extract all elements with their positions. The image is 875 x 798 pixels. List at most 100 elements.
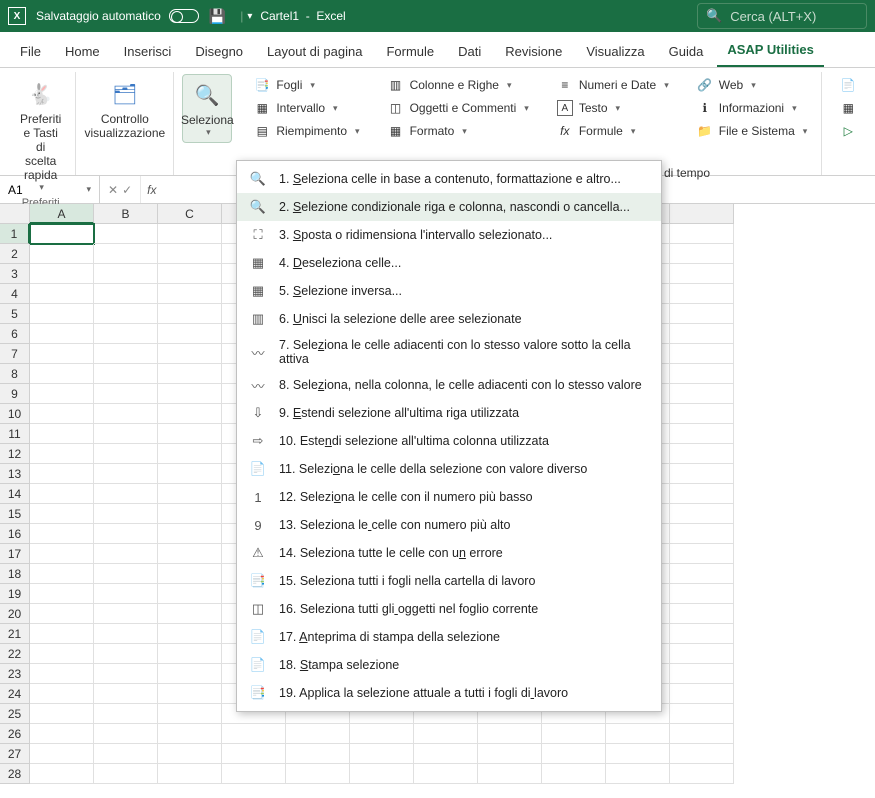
row-header[interactable]: 16 — [0, 524, 30, 544]
autosave-toggle[interactable]: Salvataggio automatico — [36, 9, 199, 23]
cell[interactable] — [158, 484, 222, 504]
cell[interactable] — [542, 764, 606, 784]
cell[interactable] — [606, 724, 670, 744]
cell[interactable] — [158, 384, 222, 404]
cell[interactable] — [94, 404, 158, 424]
search-box[interactable]: 🔍 Cerca (ALT+X) — [697, 3, 867, 29]
cell[interactable] — [158, 764, 222, 784]
cell[interactable] — [670, 324, 734, 344]
row-header[interactable]: 25 — [0, 704, 30, 724]
cell[interactable] — [670, 344, 734, 364]
cell[interactable] — [670, 384, 734, 404]
row-header[interactable]: 21 — [0, 624, 30, 644]
menu-item-9[interactable]: ⇩9. Estendi selezione all'ultima riga ut… — [237, 399, 661, 427]
cell[interactable] — [94, 264, 158, 284]
cell[interactable] — [542, 724, 606, 744]
column-header[interactable] — [670, 204, 734, 224]
menu-item-14[interactable]: ⚠14. Seleziona tutte le celle con un err… — [237, 539, 661, 567]
cell[interactable] — [94, 424, 158, 444]
column-header[interactable]: A — [30, 204, 94, 224]
cell[interactable] — [158, 524, 222, 544]
cell[interactable] — [94, 304, 158, 324]
menu-item-16[interactable]: ◫16. Seleziona tutti gli oggetti nel fog… — [237, 595, 661, 623]
row-header[interactable]: 4 — [0, 284, 30, 304]
cell[interactable] — [158, 244, 222, 264]
oggetti-commenti-button[interactable]: ◫Oggetti e Commenti▾ — [382, 97, 535, 119]
cell[interactable] — [670, 524, 734, 544]
row-header[interactable]: 19 — [0, 584, 30, 604]
numeri-date-button[interactable]: ≡Numeri e Date▾ — [551, 74, 675, 96]
edge-btn-2[interactable]: ▦ — [834, 97, 862, 119]
testo-button[interactable]: ATesto▾ — [551, 97, 675, 119]
tab-visualizza[interactable]: Visualizza — [576, 36, 654, 67]
cell[interactable] — [670, 404, 734, 424]
cell[interactable] — [94, 664, 158, 684]
row-header[interactable]: 1 — [0, 224, 30, 244]
cell[interactable] — [670, 504, 734, 524]
cell[interactable] — [94, 504, 158, 524]
tab-formule[interactable]: Formule — [376, 36, 444, 67]
cell[interactable] — [670, 444, 734, 464]
cell[interactable] — [30, 244, 94, 264]
cell[interactable] — [670, 644, 734, 664]
cell[interactable] — [30, 544, 94, 564]
cell[interactable] — [478, 724, 542, 744]
cell[interactable] — [30, 284, 94, 304]
cell[interactable] — [670, 264, 734, 284]
cell[interactable] — [158, 724, 222, 744]
cell[interactable] — [158, 444, 222, 464]
menu-item-1[interactable]: 🔍1. Seleziona celle in base a contenuto,… — [237, 165, 661, 193]
cell[interactable] — [158, 264, 222, 284]
cell[interactable] — [94, 224, 158, 244]
tab-home[interactable]: Home — [55, 36, 110, 67]
row-header[interactable]: 7 — [0, 344, 30, 364]
cell[interactable] — [158, 744, 222, 764]
fogli-button[interactable]: 📑Fogli▾ — [248, 74, 365, 96]
menu-item-10[interactable]: ⇨10. Estendi selezione all'ultima colonn… — [237, 427, 661, 455]
edge-btn-1[interactable]: 📄 — [834, 74, 862, 96]
cell[interactable] — [670, 424, 734, 444]
column-header[interactable]: B — [94, 204, 158, 224]
cell[interactable] — [158, 564, 222, 584]
informazioni-button[interactable]: ℹInformazioni▾ — [691, 97, 814, 119]
cell[interactable] — [670, 284, 734, 304]
cell[interactable] — [30, 384, 94, 404]
cell[interactable] — [94, 624, 158, 644]
intervallo-button[interactable]: ▦Intervallo▾ — [248, 97, 365, 119]
cell[interactable] — [158, 664, 222, 684]
fx-icon[interactable]: fx — [141, 176, 162, 203]
row-header[interactable]: 13 — [0, 464, 30, 484]
menu-item-17[interactable]: 📄17. Anteprima di stampa della selezione — [237, 623, 661, 651]
cell[interactable] — [30, 724, 94, 744]
cell[interactable] — [158, 644, 222, 664]
cell[interactable] — [158, 424, 222, 444]
menu-item-7[interactable]: 〰7. Seleziona le celle adiacenti con lo … — [237, 333, 661, 371]
cell[interactable] — [94, 544, 158, 564]
cell[interactable] — [158, 504, 222, 524]
cell[interactable] — [158, 684, 222, 704]
menu-item-4[interactable]: ▦4. Deseleziona celle... — [237, 249, 661, 277]
cancel-icon[interactable]: ✕ — [108, 183, 118, 197]
cell[interactable] — [30, 444, 94, 464]
cell[interactable] — [670, 664, 734, 684]
cell[interactable] — [30, 424, 94, 444]
menu-item-6[interactable]: ▥6. Unisci la selezione delle aree selez… — [237, 305, 661, 333]
cell[interactable] — [30, 604, 94, 624]
cell[interactable] — [478, 744, 542, 764]
row-header[interactable]: 28 — [0, 764, 30, 784]
row-header[interactable]: 5 — [0, 304, 30, 324]
row-header[interactable]: 3 — [0, 264, 30, 284]
riempimento-button[interactable]: ▤Riempimento▾ — [248, 120, 365, 142]
row-header[interactable]: 26 — [0, 724, 30, 744]
cell[interactable] — [670, 544, 734, 564]
cell[interactable] — [30, 744, 94, 764]
cell[interactable] — [94, 384, 158, 404]
row-header[interactable]: 20 — [0, 604, 30, 624]
cell[interactable] — [30, 224, 94, 244]
cell[interactable] — [30, 464, 94, 484]
cell[interactable] — [414, 724, 478, 744]
cell[interactable] — [30, 264, 94, 284]
cell[interactable] — [670, 304, 734, 324]
cell[interactable] — [94, 764, 158, 784]
edge-btn-3[interactable]: ▷ — [834, 120, 862, 142]
